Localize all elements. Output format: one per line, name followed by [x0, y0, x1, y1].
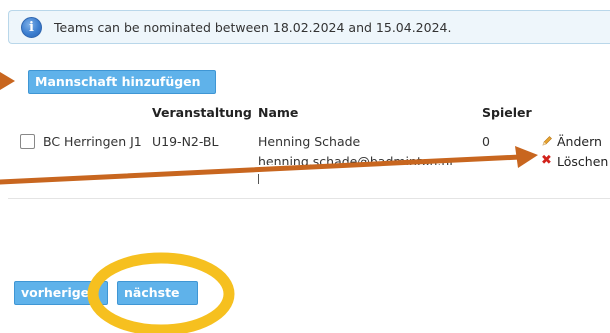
- info-text: Teams can be nominated between 18.02.202…: [54, 20, 452, 35]
- team-name: BC Herringen J1: [43, 134, 142, 149]
- event-code: U19-N2-BL: [152, 134, 219, 149]
- edit-label: Ändern: [557, 134, 602, 149]
- next-button[interactable]: nächste: [117, 281, 198, 305]
- column-header-spieler: Spieler: [482, 105, 532, 120]
- delete-label: Löschen: [557, 154, 609, 169]
- row-select-checkbox[interactable]: [20, 134, 35, 149]
- add-team-button[interactable]: Mannschaft hinzufügen: [28, 70, 216, 94]
- column-header-veranstaltung: Veranstaltung: [152, 105, 252, 120]
- contact-email-wrap: henning.schade@badminton.nrw: [258, 152, 453, 165]
- contact-email[interactable]: henning.schade@badminton.nrw: [258, 154, 453, 165]
- contact-name: Henning Schade: [258, 134, 361, 149]
- previous-button[interactable]: vorherige: [14, 281, 108, 305]
- text-cursor: [258, 174, 259, 184]
- player-count: 0: [482, 134, 490, 149]
- info-banner: i Teams can be nominated between 18.02.2…: [8, 10, 610, 44]
- annotation-arrow-icon: [0, 72, 15, 90]
- column-header-name: Name: [258, 105, 299, 120]
- info-icon: i: [21, 17, 42, 38]
- delete-x-icon: ✖: [541, 153, 552, 168]
- row-divider: [8, 198, 610, 199]
- pencil-icon: [542, 136, 552, 146]
